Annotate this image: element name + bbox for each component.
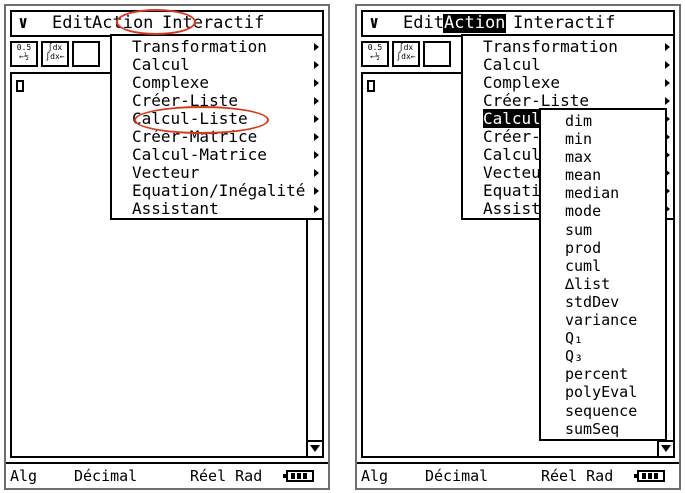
status-mode[interactable]: Alg	[361, 464, 388, 488]
submenu-item-prod[interactable]: prod	[541, 239, 665, 257]
menu-item-label: Complexe	[132, 73, 210, 92]
scroll-down-icon[interactable]	[308, 440, 322, 456]
submenu-item-variance[interactable]: variance	[541, 311, 665, 329]
toolbar-button-3[interactable]	[423, 41, 451, 67]
submenu-item-dim[interactable]: dim	[541, 112, 665, 130]
menu-item-calcul-matrice[interactable]: Calcul-Matrice	[112, 146, 322, 164]
menu-action[interactable]: Action	[443, 14, 507, 33]
menu-item-label: Créer-Matrice	[132, 127, 258, 146]
menu-dropdown-icon[interactable]: ∨	[369, 12, 379, 35]
submenu-arrow-icon	[314, 169, 319, 177]
toolbar-integral-button[interactable]: ∫dx ∫dx←	[392, 41, 420, 67]
submenu-arrow-icon	[314, 133, 319, 141]
input-cursor	[16, 80, 24, 92]
submenu-item-mean[interactable]: mean	[541, 166, 665, 184]
menu-item-label: Calcul	[132, 55, 190, 74]
submenu-item-median[interactable]: median	[541, 184, 665, 202]
submenu-arrow-icon	[665, 79, 670, 87]
submenu-item-max[interactable]: max	[541, 148, 665, 166]
menu-item-label: Transformation	[132, 37, 267, 56]
battery-icon[interactable]	[634, 470, 665, 482]
status-bar: Alg Décimal Réel Rad	[6, 462, 328, 488]
submenu-item-stddev[interactable]: stdDev	[541, 293, 665, 311]
menu-item-transformation[interactable]: Transformation	[463, 38, 673, 56]
submenu-arrow-icon	[665, 61, 670, 69]
submenu-arrow-icon	[314, 205, 319, 213]
submenu-item-polyeval[interactable]: polyEval	[541, 383, 665, 401]
submenu-arrow-icon	[314, 151, 319, 159]
menu-item-label: Calcul	[483, 55, 541, 74]
input-cursor	[367, 80, 375, 92]
menu-item-label: Calcul-Liste	[132, 109, 248, 128]
submenu-item-mode[interactable]: mode	[541, 202, 665, 220]
status-bar: Alg Décimal Réel Rad	[357, 462, 679, 488]
menu-item-label: Créer-Liste	[132, 91, 238, 110]
menu-dropdown-icon[interactable]: ∨	[18, 12, 28, 35]
submenu-arrow-icon	[314, 79, 319, 87]
toolbar: 0.5 ←½ ∫dx ∫dx←	[361, 41, 473, 68]
menu-item-calcul-liste[interactable]: Calcul-Liste	[112, 110, 322, 128]
toolbar: 0.5 ←½ ∫dx ∫dx←	[10, 41, 122, 68]
submenu-arrow-icon	[314, 43, 319, 51]
submenu-arrow-icon	[665, 97, 670, 105]
submenu-item-q3[interactable]: Q₃	[541, 347, 665, 365]
submenu-arrow-icon	[665, 43, 670, 51]
submenu-arrow-icon	[314, 61, 319, 69]
status-decimal[interactable]: Décimal	[74, 464, 137, 488]
menu-edit[interactable]: Edit	[403, 12, 444, 35]
toolbar-integral-button[interactable]: ∫dx ∫dx←	[41, 41, 69, 67]
calcul-liste-submenu: dim min max mean median mode sum prod cu…	[539, 108, 667, 441]
menu-edit[interactable]: Edit	[52, 12, 93, 35]
menu-interactif[interactable]: Interactif	[513, 12, 615, 35]
menu-item-complexe[interactable]: Complexe	[112, 74, 322, 92]
scroll-down-icon[interactable]	[659, 440, 673, 456]
menu-item-label: Complexe	[483, 73, 561, 92]
submenu-item-sum[interactable]: sum	[541, 221, 665, 239]
submenu-item-cuml[interactable]: cuml	[541, 257, 665, 275]
menu-bar: ∨ Edit Action Interactif	[361, 10, 675, 37]
submenu-item-percent[interactable]: percent	[541, 365, 665, 383]
toolbar-button-3[interactable]	[72, 41, 100, 67]
toolbar-decimal-button[interactable]: 0.5 ←½	[10, 41, 38, 67]
menu-interactif[interactable]: Interactif	[162, 12, 264, 35]
submenu-item-min[interactable]: min	[541, 130, 665, 148]
menu-item-creer-matrice[interactable]: Créer-Matrice	[112, 128, 322, 146]
status-mode[interactable]: Alg	[10, 464, 37, 488]
status-real-rad[interactable]: Réel Rad	[541, 464, 613, 488]
menu-item-transformation[interactable]: Transformation	[112, 38, 322, 56]
status-decimal[interactable]: Décimal	[425, 464, 488, 488]
menu-item-label: Calcul-Matrice	[132, 145, 267, 164]
calculator-screen-left: ∨ Edit Action Interactif 0.5 ←½ ∫dx ∫dx←…	[4, 4, 330, 490]
submenu-arrow-icon	[314, 115, 319, 123]
menu-item-equation[interactable]: Equation/Inégalité	[112, 182, 322, 200]
action-menu: Transformation Calcul Complexe Créer-Lis…	[110, 34, 324, 220]
submenu-item-sequence[interactable]: sequence	[541, 402, 665, 420]
menu-bar: ∨ Edit Action Interactif	[10, 10, 324, 37]
menu-item-label: Assistant	[132, 199, 219, 218]
submenu-item-q1[interactable]: Q₁	[541, 329, 665, 347]
menu-action[interactable]: Action	[92, 12, 153, 35]
submenu-arrow-icon	[314, 97, 319, 105]
calculator-screen-right: ∨ Edit Action Interactif 0.5 ←½ ∫dx ∫dx←…	[355, 4, 681, 490]
submenu-item-deltalist[interactable]: ∆list	[541, 275, 665, 293]
menu-item-complexe[interactable]: Complexe	[463, 74, 673, 92]
status-real-rad[interactable]: Réel Rad	[190, 464, 262, 488]
battery-icon[interactable]	[283, 470, 314, 482]
menu-item-label: Equation/Inégalité	[132, 181, 306, 200]
menu-item-assistant[interactable]: Assistant	[112, 200, 322, 218]
menu-item-calcul[interactable]: Calcul	[112, 56, 322, 74]
menu-item-label: Transformation	[483, 37, 618, 56]
submenu-arrow-icon	[314, 187, 319, 195]
submenu-item-sumseq[interactable]: sumSeq	[541, 420, 665, 438]
menu-item-vecteur[interactable]: Vecteur	[112, 164, 322, 182]
toolbar-decimal-button[interactable]: 0.5 ←½	[361, 41, 389, 67]
menu-item-label: Vecteur	[132, 163, 200, 182]
menu-item-calcul[interactable]: Calcul	[463, 56, 673, 74]
menu-item-creer-liste[interactable]: Créer-Liste	[112, 92, 322, 110]
